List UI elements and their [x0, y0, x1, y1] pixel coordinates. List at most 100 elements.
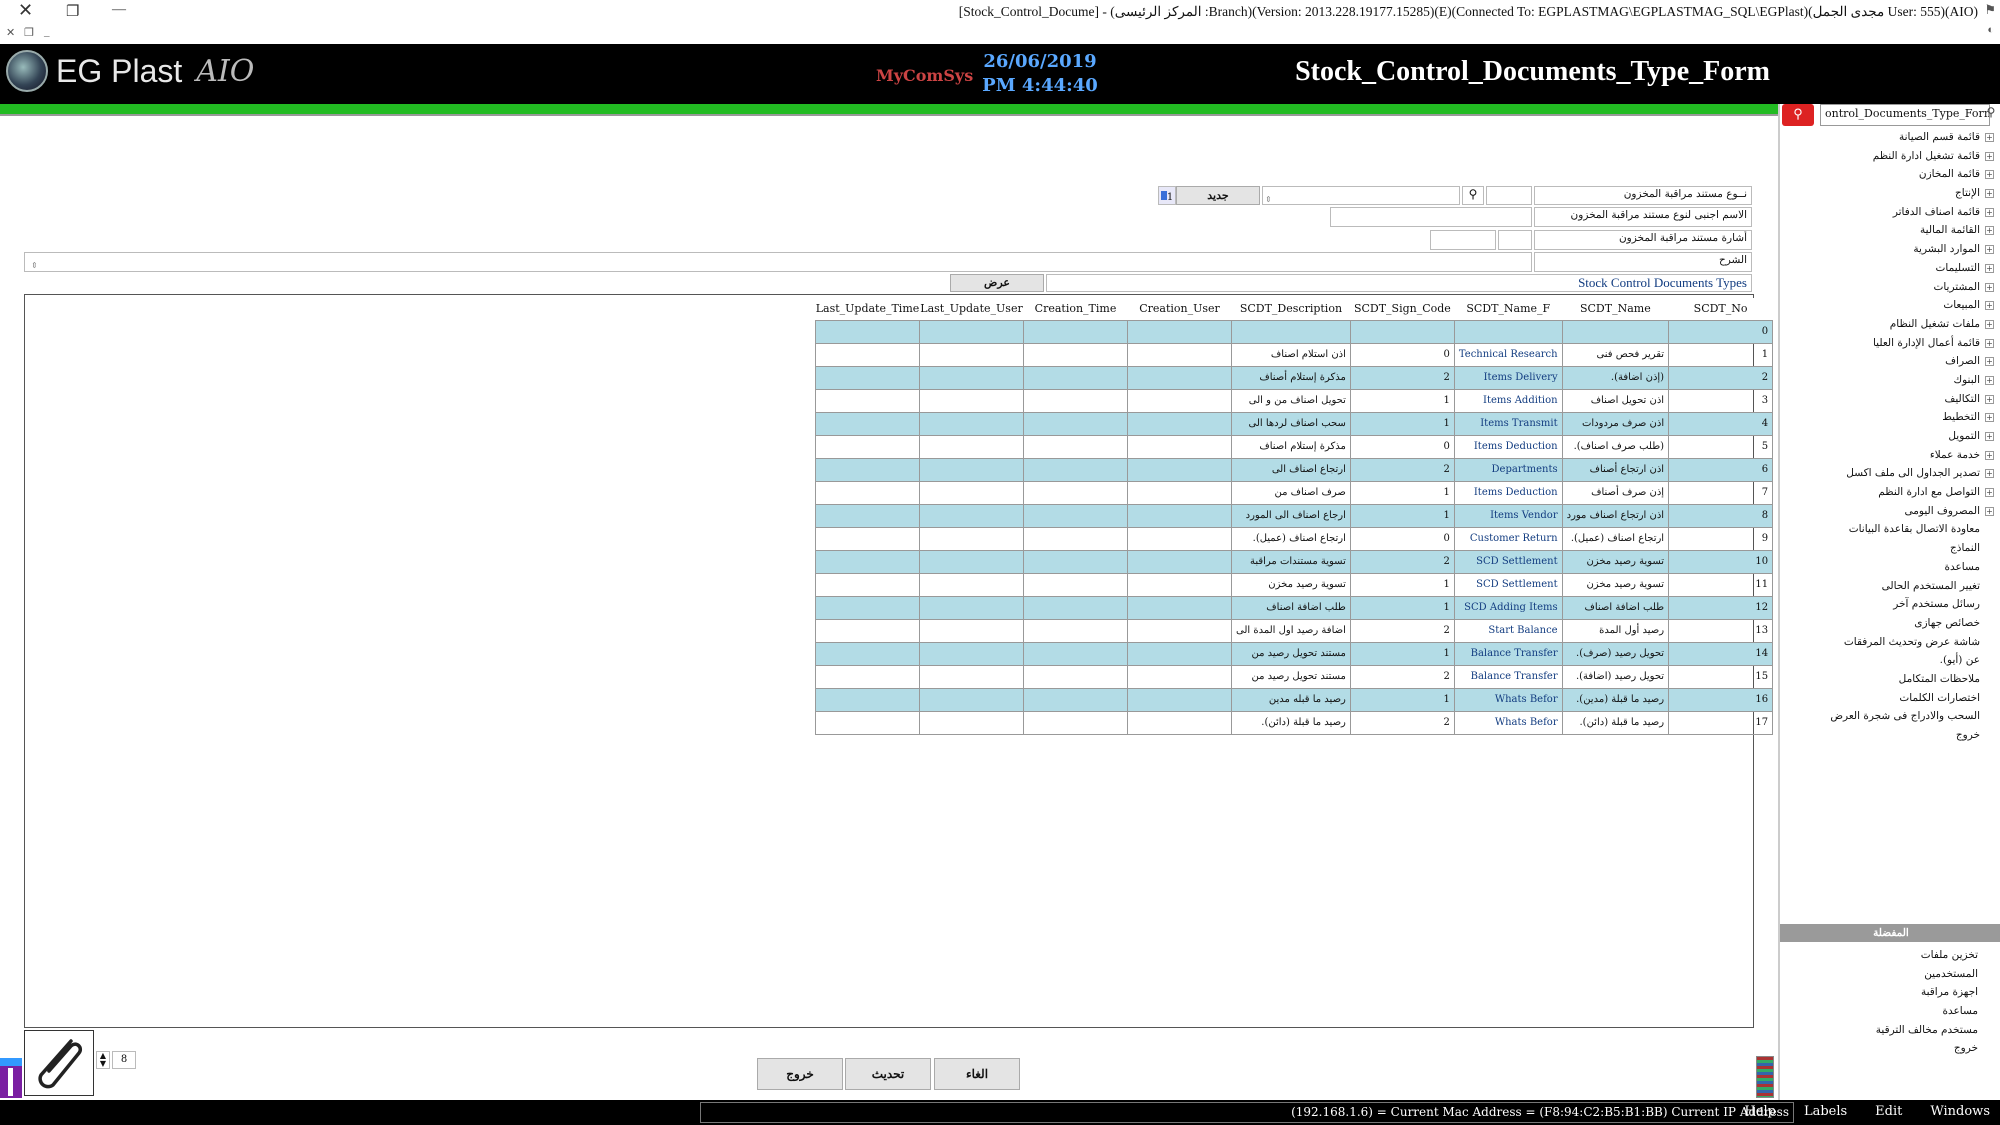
refresh-button[interactable]: تحديث: [845, 1058, 931, 1090]
table-cell[interactable]: 2: [1349, 664, 1455, 689]
expand-icon[interactable]: +: [1985, 226, 1994, 236]
table-cell[interactable]: [1023, 526, 1128, 551]
table-cell[interactable]: [919, 365, 1024, 390]
table-cell[interactable]: [1127, 664, 1232, 689]
table-cell[interactable]: (طلب صرف اصناف).: [1561, 434, 1670, 459]
table-cell[interactable]: [815, 411, 920, 436]
table-cell[interactable]: مستند تحويل رصيد من: [1231, 664, 1351, 689]
table-cell[interactable]: 13: [1668, 618, 1774, 643]
expand-icon[interactable]: +: [1985, 357, 1994, 367]
table-cell[interactable]: 0: [1349, 342, 1455, 367]
expand-icon[interactable]: +: [1985, 133, 1994, 142]
table-cell[interactable]: [919, 687, 1024, 712]
tree-item[interactable]: + المصروف اليومى: [1784, 502, 1994, 521]
table-cell[interactable]: [815, 388, 920, 413]
column-header[interactable]: SCDT_No: [1668, 298, 1773, 321]
table-cell[interactable]: Items Delivery: [1453, 365, 1563, 390]
column-header[interactable]: SCDT_Name_F: [1454, 298, 1563, 321]
table-cell[interactable]: [815, 365, 920, 390]
table-cell[interactable]: [1023, 687, 1128, 712]
table-cell[interactable]: [919, 503, 1024, 528]
table-cell[interactable]: [1561, 319, 1670, 344]
spinner-icon[interactable]: ⇕: [1263, 195, 1272, 204]
table-cell[interactable]: 2: [1668, 365, 1774, 390]
expand-icon[interactable]: +: [1985, 338, 1994, 348]
table-cell[interactable]: تقرير فحص فنى: [1561, 342, 1670, 367]
expand-icon[interactable]: +: [1985, 207, 1994, 217]
tree-item[interactable]: + خدمة عملاء: [1784, 446, 1994, 465]
table-row[interactable]: طلب اضافة اصناف 1 SCD Adding Items طلب اضاف…: [815, 595, 1774, 620]
table-cell[interactable]: [919, 319, 1024, 344]
mdi-minimize-icon[interactable]: _: [44, 26, 50, 38]
table-cell[interactable]: ارتجاع اصناف (عميل).: [1561, 526, 1670, 551]
table-row[interactable]: تسوية مستندات مراقبة 2 SCD Settlement تسوية…: [815, 549, 1774, 574]
table-cell[interactable]: [1127, 641, 1232, 666]
tree-item[interactable]: شاشة عرض وتحديث المرفقات: [1784, 633, 1994, 652]
table-cell[interactable]: 1: [1349, 388, 1455, 413]
tree-item[interactable]: + الصراف: [1784, 352, 1994, 371]
table-cell[interactable]: 1: [1349, 503, 1455, 528]
table-cell[interactable]: 2: [1349, 710, 1455, 735]
table-cell[interactable]: تسوية مستندات مراقبة: [1231, 549, 1351, 574]
expand-icon[interactable]: +: [1985, 469, 1994, 479]
counter-field[interactable]: 1: [1158, 186, 1176, 205]
table-cell[interactable]: تسوية رصيد مخزن: [1561, 549, 1670, 574]
table-cell[interactable]: Start Balance: [1453, 618, 1563, 643]
table-cell[interactable]: [919, 526, 1024, 551]
expand-icon[interactable]: +: [1985, 394, 1994, 404]
table-cell[interactable]: [1023, 434, 1128, 459]
table-cell[interactable]: 17: [1668, 710, 1774, 735]
table-cell[interactable]: اذن تحويل اصناف: [1561, 388, 1670, 413]
table-cell[interactable]: 8: [1668, 503, 1774, 528]
table-cell[interactable]: [815, 457, 920, 482]
table-cell[interactable]: [1023, 572, 1128, 597]
tree-item[interactable]: + قائمة تشغيل ادارة النظم: [1784, 147, 1994, 166]
menu-item[interactable]: Labels: [1804, 1104, 1847, 1119]
table-cell[interactable]: ارتجاع اصناف الى: [1231, 457, 1351, 482]
column-header[interactable]: Creation_Time: [1023, 298, 1128, 321]
table-row[interactable]: مستند تحويل رصيد من 2 Balance Transfer تحوي…: [815, 664, 1774, 689]
table-cell[interactable]: [919, 710, 1024, 735]
favorite-item[interactable]: اجهزة مراقبة: [1778, 983, 1978, 1002]
table-cell[interactable]: اذن استلام اصناف: [1231, 342, 1351, 367]
table-cell[interactable]: تحويل رصيد (اضافة).: [1561, 664, 1670, 689]
table-cell[interactable]: طلب اضافة اصناف: [1231, 595, 1351, 620]
table-cell[interactable]: [815, 319, 920, 344]
table-cell[interactable]: [815, 618, 920, 643]
description-field[interactable]: ⇕: [24, 252, 1532, 272]
table-cell[interactable]: Items Transmit: [1453, 411, 1563, 436]
table-cell[interactable]: [1127, 526, 1232, 551]
table-cell[interactable]: [815, 342, 920, 367]
table-cell[interactable]: [1127, 618, 1232, 643]
type-no-field[interactable]: [1486, 186, 1532, 205]
expand-icon[interactable]: +: [1985, 319, 1994, 329]
menu-item[interactable]: Help: [1744, 1104, 1776, 1119]
table-cell[interactable]: (إذن اضافة).: [1561, 365, 1670, 390]
tree-item[interactable]: + المشتريات: [1784, 278, 1994, 297]
tree-item[interactable]: رسائل مستخدم آخر: [1784, 595, 1994, 614]
minimize-icon[interactable]: —: [112, 2, 126, 18]
tree-item[interactable]: ملاحظات المتكامل: [1784, 670, 1994, 689]
table-cell[interactable]: [815, 503, 920, 528]
table-cell[interactable]: Customer Return: [1453, 526, 1563, 551]
table-cell[interactable]: [919, 480, 1024, 505]
tree-item[interactable]: السحب والادراج فى شجرة العرض: [1784, 707, 1994, 726]
table-cell[interactable]: [1127, 549, 1232, 574]
table-cell[interactable]: [919, 411, 1024, 436]
tree-item[interactable]: اختصارات الكلمات: [1784, 689, 1994, 708]
table-cell[interactable]: 0: [1349, 526, 1455, 551]
table-cell[interactable]: [1127, 480, 1232, 505]
table-cell[interactable]: [1231, 319, 1351, 344]
table-row[interactable]: صرف اصناف من 1 Items Deduction إذن صرف أصنا…: [815, 480, 1774, 505]
expand-icon[interactable]: +: [1985, 189, 1994, 199]
tree-item[interactable]: خصائص جهازى: [1784, 614, 1994, 633]
table-cell[interactable]: 10: [1668, 549, 1774, 574]
table-cell[interactable]: رصيد ما قبلة (مدين).: [1561, 687, 1670, 712]
tree-item[interactable]: معاودة الاتصال بقاعدة البيانات: [1784, 520, 1994, 539]
tree-item[interactable]: + القائمة المالية: [1784, 221, 1994, 240]
table-cell[interactable]: [815, 595, 920, 620]
table-cell[interactable]: 0: [1349, 434, 1455, 459]
table-cell[interactable]: [1023, 710, 1128, 735]
table-cell[interactable]: 14: [1668, 641, 1774, 666]
table-cell[interactable]: رصيد ما قبله مدين: [1231, 687, 1351, 712]
